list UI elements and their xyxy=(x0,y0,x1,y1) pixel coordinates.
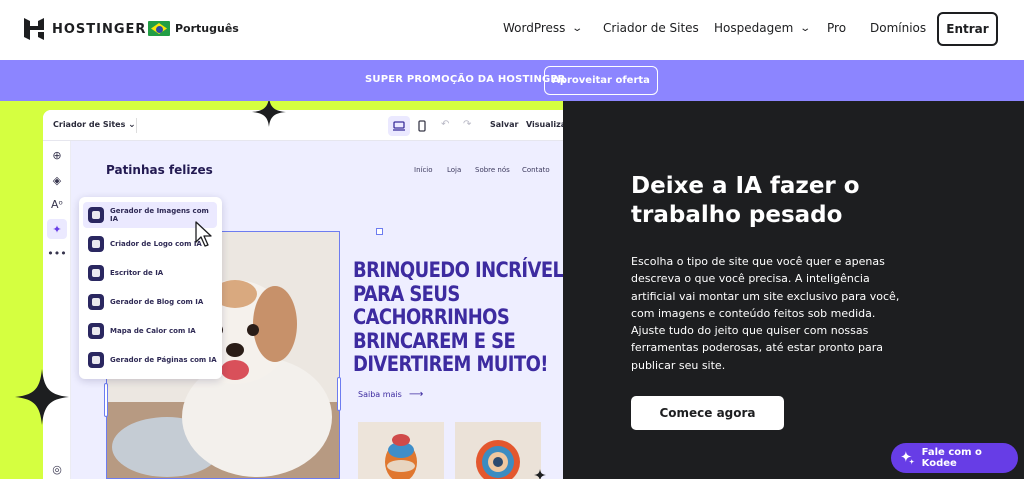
image-generator-icon xyxy=(88,207,104,223)
nav-item-criador-de-sites[interactable]: Criador de Sites xyxy=(603,21,699,35)
layers-icon[interactable]: ◈ xyxy=(49,172,65,188)
desktop-view-icon[interactable] xyxy=(388,116,410,136)
save-button[interactable]: Salvar xyxy=(490,120,518,129)
resize-handle[interactable] xyxy=(337,377,341,411)
toolbar-divider xyxy=(136,118,137,133)
menu-item-ai-writer[interactable]: Escritor de IA xyxy=(83,260,217,286)
menu-item-ai-heatmap[interactable]: Mapa de Calor com IA xyxy=(83,318,217,344)
hero-description: Escolha o tipo de site que você quer e a… xyxy=(631,255,900,372)
chevron-down-icon: ⌄ xyxy=(799,22,812,34)
site-nav-item: Contato xyxy=(522,166,550,174)
ai-sparkle-icon[interactable]: ✦ xyxy=(47,219,67,239)
chat-with-kodee-button[interactable]: Fale com o Kodee xyxy=(891,443,1018,473)
hostinger-logo[interactable]: HOSTINGER xyxy=(24,18,146,40)
chat-label: Fale com o Kodee xyxy=(921,447,982,469)
language-label: Português xyxy=(175,22,239,35)
site-selector[interactable]: Criador de Sites ⌄ xyxy=(53,120,136,130)
product-thumbnail xyxy=(358,422,444,479)
language-selector[interactable]: Português xyxy=(148,21,239,36)
blog-generator-icon xyxy=(88,294,104,310)
chevron-down-icon: ⌄ xyxy=(571,22,584,34)
site-headline: BRINQUEDO INCRÍVEL PARA SEUS CACHORRINHO… xyxy=(353,258,563,376)
promo-text: SUPER PROMOÇÃO DA HOSTINGER xyxy=(365,74,566,85)
nav-item-pro[interactable]: Pro xyxy=(827,21,846,35)
promo-banner: SUPER PROMOÇÃO DA HOSTINGER xyxy=(0,60,1024,101)
nav-item-dominios[interactable]: Domínios xyxy=(870,21,926,35)
settings-icon[interactable]: ◎ xyxy=(49,461,65,477)
menu-item-ai-page-generator[interactable]: Gerador de Páginas com IA xyxy=(83,347,217,373)
site-nav-item: Loja xyxy=(447,166,462,174)
sparkle-icon xyxy=(252,101,286,127)
product-thumbnail xyxy=(455,422,541,479)
sparkle-icon xyxy=(15,369,69,425)
sparkle-icon xyxy=(534,469,546,479)
styles-icon[interactable]: Aᵒ xyxy=(49,196,65,212)
site-selector-label: Criador de Sites xyxy=(53,120,126,129)
add-icon[interactable]: ⊕ xyxy=(49,147,65,163)
login-button[interactable]: Entrar xyxy=(937,12,998,46)
hostinger-logo-icon xyxy=(24,18,44,40)
menu-item-label: Escritor de IA xyxy=(110,269,164,277)
site-nav-item: Sobre nós xyxy=(475,166,510,174)
editor-toolbar: Criador de Sites ⌄ ↶ ↷ Salvar Visualizar xyxy=(43,110,563,141)
nav-item-label: WordPress xyxy=(503,21,566,35)
preview-button[interactable]: Visualizar xyxy=(526,120,563,129)
start-now-button[interactable]: Comece agora xyxy=(631,396,784,430)
undo-icon[interactable]: ↶ xyxy=(441,119,449,130)
top-navigation: HOSTINGER Português WordPress ⌄ Criador … xyxy=(0,0,1024,60)
more-icon[interactable]: ••• xyxy=(47,245,66,261)
logo-text: HOSTINGER xyxy=(52,21,147,37)
nav-item-hospedagem[interactable]: Hospedagem ⌄ xyxy=(714,21,812,35)
editor-sidebar: ⊕ ◈ Aᵒ ✦ ••• ◎ xyxy=(43,141,71,479)
learn-more-link[interactable]: Saiba mais xyxy=(358,390,402,399)
menu-item-ai-blog-generator[interactable]: Gerador de Blog com IA xyxy=(83,289,217,315)
cursor-arrow-icon xyxy=(195,221,212,247)
menu-item-label: Gerador de Páginas com IA xyxy=(110,356,217,364)
ai-writer-icon xyxy=(88,265,104,281)
promo-offer-button[interactable]: Aproveitar oferta xyxy=(544,66,658,95)
brazil-flag-icon xyxy=(148,21,170,36)
logo-maker-icon xyxy=(88,236,104,252)
menu-item-label: Gerador de Blog com IA xyxy=(110,298,204,306)
redo-icon[interactable]: ↷ xyxy=(463,119,471,130)
arrow-right-icon: ⟶ xyxy=(409,389,424,400)
nav-item-label: Hospedagem xyxy=(714,21,794,35)
chevron-down-icon: ⌄ xyxy=(128,120,136,130)
site-nav-item: Início xyxy=(414,166,433,174)
nav-item-label: Domínios xyxy=(870,21,927,35)
kodee-sparkle-icon xyxy=(901,451,915,465)
nav-item-label: Pro xyxy=(827,21,847,35)
resize-handle[interactable] xyxy=(376,228,383,235)
nav-item-wordpress[interactable]: WordPress ⌄ xyxy=(503,21,584,35)
hero-title: Deixe a IA fazer o trabalho pesado xyxy=(631,173,860,228)
heatmap-icon xyxy=(88,323,104,339)
mobile-view-icon[interactable] xyxy=(411,116,433,136)
menu-item-label: Criador de Logo com IA xyxy=(110,240,202,248)
page-generator-icon xyxy=(88,352,104,368)
site-brand: Patinhas felizes xyxy=(106,163,213,177)
menu-item-label: Mapa de Calor com IA xyxy=(110,327,196,335)
resize-handle[interactable] xyxy=(104,383,108,417)
nav-item-label: Criador de Sites xyxy=(603,21,699,35)
